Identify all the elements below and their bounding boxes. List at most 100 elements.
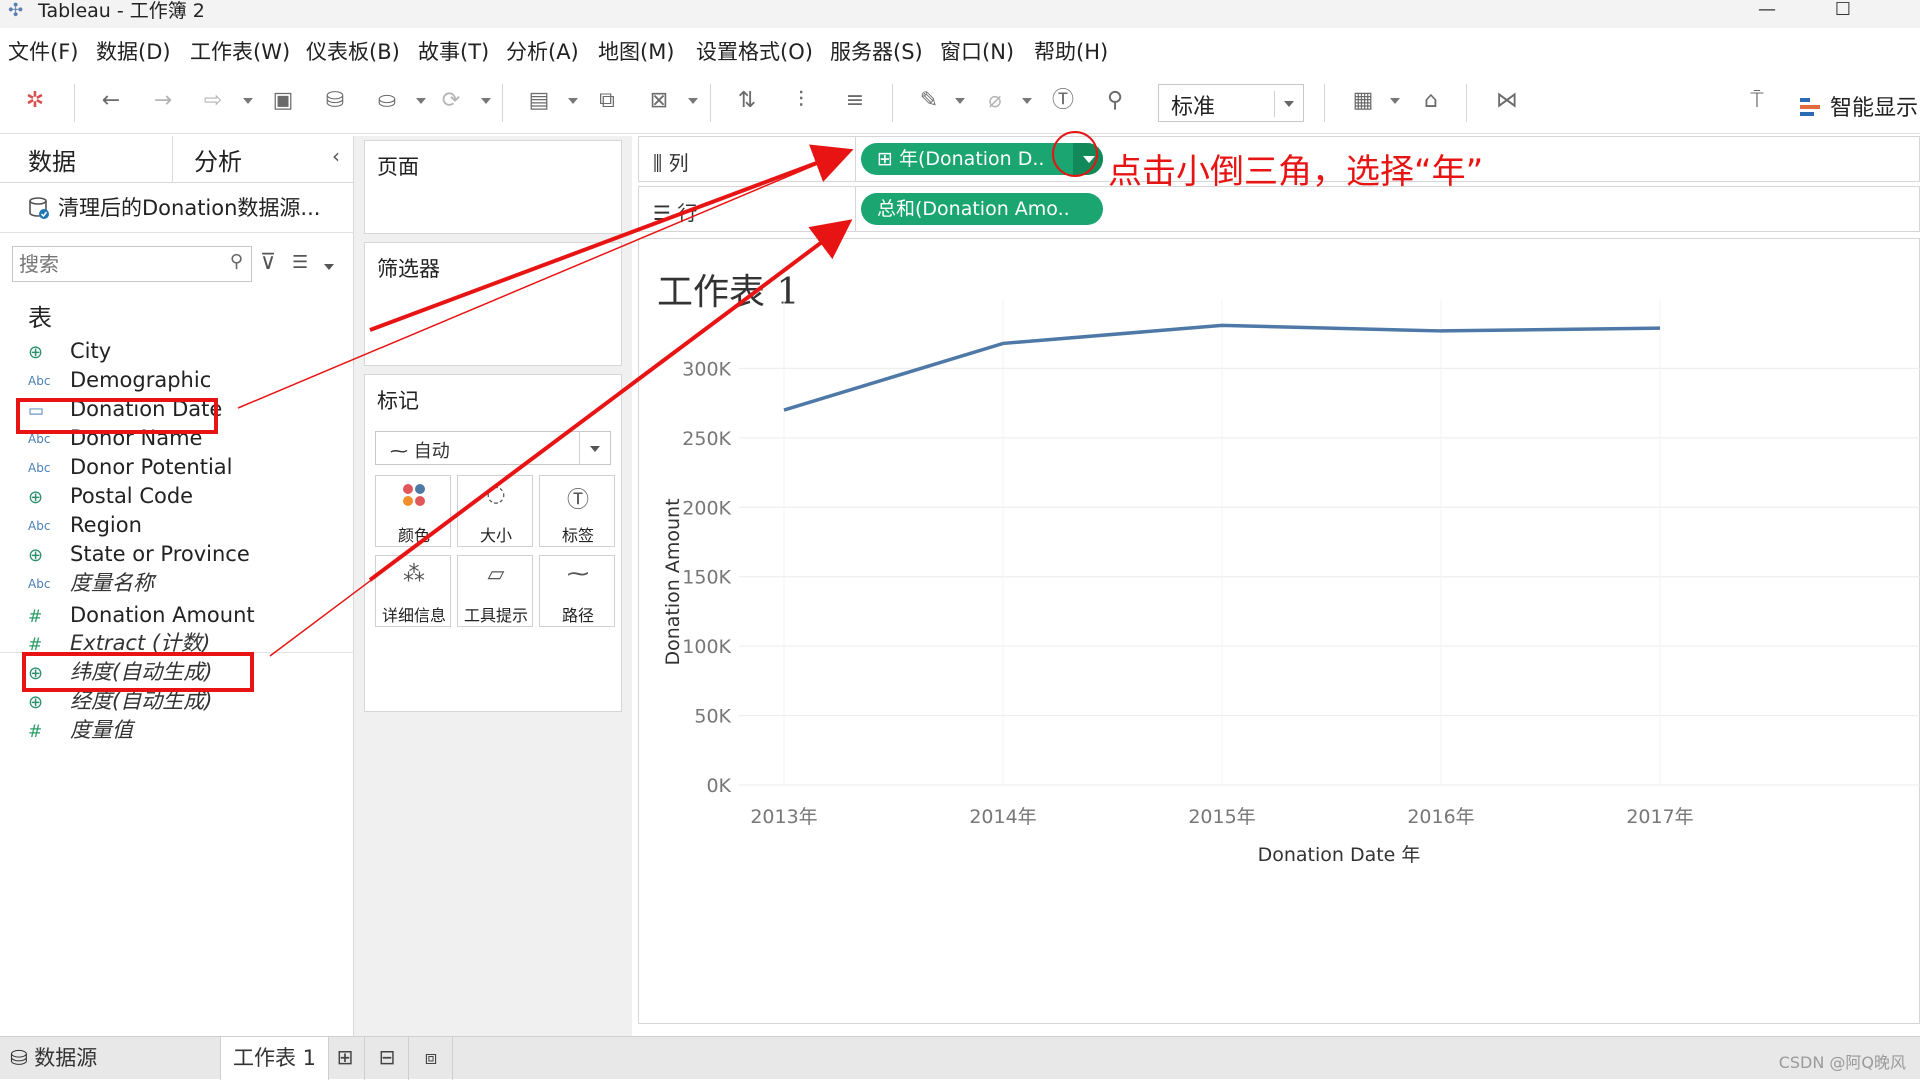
globe-icon: ⊕ [28, 338, 56, 368]
search-box[interactable]: ⚲ [12, 246, 252, 282]
marks-type-select[interactable]: ⁓ 自动 [375, 431, 611, 465]
abc-icon: Abc [28, 569, 56, 599]
menu-data[interactable]: 数据(D) [96, 36, 171, 66]
view-list-icon[interactable]: ☰ [292, 252, 308, 273]
x-tick-label: 2017年 [1626, 806, 1693, 828]
duplicate-sheet-icon[interactable]: ⧉ [592, 86, 622, 116]
sheet-tab[interactable]: 工作表 1 [220, 1037, 329, 1080]
tableau-logo-icon: ✣ [8, 0, 23, 21]
field-region[interactable]: AbcRegion [28, 510, 142, 540]
sort-descending-icon[interactable]: ≡ [840, 86, 870, 116]
columns-shelf-label: ⫼ 列 [653, 147, 689, 176]
chevron-down-icon[interactable] [324, 264, 334, 270]
field-postal-code[interactable]: ⊕Postal Code [28, 481, 193, 511]
field-search-input[interactable] [19, 249, 219, 279]
color-button[interactable]: 颜色 [375, 475, 451, 547]
menu-analysis[interactable]: 分析(A) [506, 36, 579, 66]
field-city[interactable]: ⊕City [28, 336, 111, 366]
tab-analytics[interactable]: 分析 [194, 142, 242, 177]
filters-card-title: 筛选器 [377, 253, 440, 283]
path-button[interactable]: ⁓路径 [539, 555, 615, 627]
tooltip-button[interactable]: ▱工具提示 [457, 555, 533, 627]
show-me-button[interactable]: 智能显示 [1800, 90, 1918, 122]
new-worksheet-icon[interactable]: ⊞ [328, 1045, 362, 1069]
save-icon[interactable]: ▣ [268, 86, 298, 116]
filters-card[interactable]: 筛选器 [364, 242, 622, 366]
fix-axes-icon[interactable]: ⚲ [1100, 86, 1130, 116]
show-cards-icon[interactable]: ▦ [1348, 86, 1378, 116]
marks-type-value: ⁓ 自动 [390, 437, 450, 463]
x-tick-label: 2016年 [1407, 806, 1474, 828]
toolbar: ✲ ← → ⇨ ▣ ⛁ ⛀ ⟳ ▤ ⧉ ⊠ ⇅ ⫶ ≡ ✎ ⌀ Ⓣ ⚲ 标准 ▦… [0, 72, 1920, 134]
rows-pill-donation-amount[interactable]: 总和(Donation Amo.. [861, 193, 1103, 225]
field-demographic[interactable]: AbcDemographic [28, 365, 211, 395]
field-donor-potential[interactable]: AbcDonor Potential [28, 452, 232, 482]
hash-icon: # [28, 717, 56, 747]
label-button[interactable]: Ⓣ标签 [539, 475, 615, 547]
group-members-icon[interactable]: ⌀ [980, 86, 1010, 116]
view-canvas[interactable]: 工作表 1 0K50K100K150K200K250K300K2013年2014… [638, 238, 1920, 1024]
menu-story[interactable]: 故事(T) [418, 36, 489, 66]
x-tick-label: 2015年 [1188, 806, 1255, 828]
share-icon[interactable]: ⋈ [1492, 86, 1522, 116]
new-sheet-icon[interactable]: ▤ [524, 86, 554, 116]
field-state-or-province[interactable]: ⊕State or Province [28, 539, 250, 569]
detail-button[interactable]: ⁂详细信息 [375, 555, 451, 627]
datasource-tab[interactable]: ⛁ 数据源 [10, 1037, 97, 1080]
chevron-down-icon [1284, 101, 1294, 107]
filter-icon[interactable]: ⊽ [260, 250, 276, 275]
presentation-mode-icon[interactable]: ⌂ [1416, 86, 1446, 116]
pages-card-title: 页面 [377, 151, 419, 181]
datasource-item[interactable]: 清理后的Donation数据源... [28, 192, 320, 222]
new-story-icon[interactable]: ⧈ [414, 1045, 448, 1069]
new-datasource-icon[interactable]: ⛁ [320, 86, 350, 116]
size-button[interactable]: ◌大小 [457, 475, 533, 547]
menu-file[interactable]: 文件(F) [8, 36, 78, 66]
show-hide-cards-icon[interactable]: ⍑ [1742, 86, 1772, 116]
columns-icon: ⫼ [653, 151, 662, 175]
detail-dots-icon: ⁂ [376, 562, 452, 587]
marks-card: 标记 ⁓ 自动 颜色 ◌大小 Ⓣ标签 ⁂详细信息 ▱工具提示 ⁓路径 [364, 374, 622, 712]
highlight-icon[interactable]: ✎ [914, 86, 944, 116]
menu-help[interactable]: 帮助(H) [1034, 36, 1108, 66]
pause-updates-icon[interactable]: ⛀ [372, 86, 402, 116]
title-bar: ✣ Tableau - 工作簿 2 — ☐ [0, 0, 1920, 28]
x-axis-title: Donation Date 年 [1258, 844, 1421, 866]
watermark: CSDN @阿Q晚风 [1779, 1049, 1906, 1073]
menu-worksheet[interactable]: 工作表(W) [190, 36, 290, 66]
collapse-pane-icon[interactable]: ‹ [332, 144, 340, 168]
menu-bar: 文件(F) 数据(D) 工作表(W) 仪表板(B) 故事(T) 分析(A) 地图… [0, 32, 1920, 68]
field-measure-names[interactable]: Abc度量名称 [28, 568, 154, 598]
tab-data[interactable]: 数据 [28, 142, 76, 177]
menu-window[interactable]: 窗口(N) [940, 36, 1014, 66]
tables-header: 表 [28, 298, 52, 333]
swap-axes-icon[interactable]: ⇅ [732, 86, 762, 116]
abc-icon: Abc [28, 453, 56, 483]
show-me-label: 智能显示 [1830, 96, 1918, 121]
fit-select[interactable]: 标准 [1158, 84, 1304, 122]
field-measure-values[interactable]: #度量值 [28, 715, 133, 745]
new-dashboard-icon[interactable]: ⊟ [370, 1045, 404, 1069]
x-tick-label: 2013年 [750, 806, 817, 828]
menu-server[interactable]: 服务器(S) [830, 36, 923, 66]
y-tick-label: 200K [682, 497, 731, 519]
minimize-icon[interactable]: — [1752, 0, 1782, 20]
maximize-icon[interactable]: ☐ [1828, 0, 1858, 20]
clear-sheet-icon[interactable]: ⊠ [644, 86, 674, 116]
show-mark-labels-icon[interactable]: Ⓣ [1048, 86, 1078, 116]
menu-map[interactable]: 地图(M) [598, 36, 675, 66]
refresh-icon[interactable]: ⟳ [436, 86, 466, 116]
field-donation-amount[interactable]: #Donation Amount [28, 600, 255, 630]
tableau-home-icon[interactable]: ✲ [20, 86, 50, 116]
menu-format[interactable]: 设置格式(O) [696, 36, 813, 66]
menu-dashboard[interactable]: 仪表板(B) [306, 36, 400, 66]
undo-icon[interactable]: ← [96, 86, 126, 116]
y-axis-title: Donation Amount [662, 498, 684, 665]
replay-icon[interactable]: ⇨ [198, 86, 228, 116]
sort-ascending-icon[interactable]: ⫶ [786, 86, 816, 116]
redo-icon[interactable]: → [148, 86, 178, 116]
y-tick-label: 250K [682, 428, 731, 450]
pages-card[interactable]: 页面 [364, 140, 622, 234]
status-bar: ⛁ 数据源 工作表 1 ⊞ ⊟ ⧈ CSDN @阿Q晚风 [0, 1036, 1920, 1079]
datasource-tab-icon: ⛁ [10, 1046, 28, 1070]
